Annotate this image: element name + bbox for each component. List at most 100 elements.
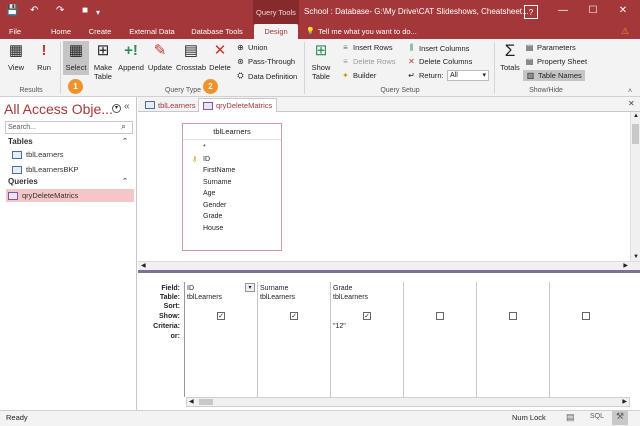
grid-label-sort: Sort: [163,303,180,310]
collapse-pane-icon[interactable]: « [124,101,130,112]
grid-table-cell[interactable]: tblLearners [333,293,368,302]
grid-column-6[interactable] [549,282,630,397]
union-button[interactable]: ⊕ Union [236,43,267,52]
scroll-thumb[interactable] [199,399,213,405]
pass-through-button[interactable]: ⊛ Pass-Through [236,57,295,66]
close-document-icon[interactable]: ✕ [628,99,635,108]
sql-view-button[interactable]: SQL [590,413,604,420]
insert-rows-button[interactable]: ≡ Insert Rows [341,43,392,52]
grid-field-cell[interactable]: Grade [333,284,352,293]
show-checkbox[interactable]: ✓ [363,312,371,320]
scroll-right-icon[interactable]: ▶ [622,398,627,405]
grid-column-5[interactable] [476,282,549,397]
show-checkbox[interactable] [509,312,517,320]
table-pane-vertical-scrollbar[interactable]: ▲ ▼ [630,112,640,261]
totals-button[interactable]: Σ Totals [497,41,523,72]
scroll-left-icon[interactable]: ◀ [189,398,194,405]
field-list-tbllearners[interactable]: tblLearners * ⚷ ID FirstName Surname Age … [182,123,282,251]
tell-me-input[interactable]: Tell me what you want to do... [318,24,417,39]
crosstab-button[interactable]: ▤ Crosstab [175,41,207,72]
grid-criteria-cell[interactable]: "12" [333,322,346,331]
show-checkbox[interactable]: ✓ [217,312,225,320]
close-button[interactable]: ✕ [614,2,632,20]
field-dropdown-chevron-icon[interactable]: ▾ [245,283,255,292]
grid-column-4[interactable] [403,282,476,397]
nav-menu-icon[interactable]: ▾ [112,104,121,113]
nav-section-tables[interactable]: Tables ⌃ [8,137,132,146]
return-dropdown[interactable]: All ▾ [447,70,489,81]
nav-item-qrydeletematrics[interactable]: qryDeleteMatrics [6,189,134,202]
chevron-up-icon: ⌃ [122,178,128,185]
scroll-left-icon[interactable]: ◀ [141,262,146,269]
show-checkbox[interactable]: ✓ [290,312,298,320]
show-checkbox[interactable] [582,312,590,320]
view-button[interactable]: ▦ View [2,41,30,72]
grid-table-cell[interactable]: tblLearners [260,293,295,302]
tab-home[interactable]: Home [44,24,78,39]
tab-file[interactable]: File [2,24,28,39]
chevron-up-icon: ⌃ [122,138,128,145]
field-id[interactable]: ⚷ ID [183,154,281,166]
scroll-thumb[interactable] [632,124,639,144]
data-definition-button[interactable]: ⛭ Data Definition [236,71,297,81]
save-icon[interactable]: 💾 [6,5,18,16]
delete-rows-button[interactable]: ≡ Delete Rows [341,57,395,66]
nav-item-tbllearnersbkp[interactable]: tblLearnersBKP [10,163,134,176]
folder-icon[interactable]: ■ [82,5,88,16]
update-button[interactable]: ✎ Update [147,41,173,72]
property-sheet-button[interactable]: ▤ Property Sheet [525,57,587,66]
field-surname[interactable]: Surname [183,177,281,189]
tab-database-tools[interactable]: Database Tools [186,24,248,39]
design-view-icon[interactable]: ⚒ [612,411,628,425]
datasheet-view-icon[interactable]: ▤ [566,412,575,423]
grid-field-cell[interactable]: Surname [260,284,288,293]
nav-search-input[interactable]: Search... [5,121,133,134]
field-all[interactable]: * [183,142,281,154]
help-icon[interactable]: ? [524,5,538,19]
parameters-button[interactable]: ▤ Parameters [525,43,576,52]
show-checkbox[interactable] [436,312,444,320]
field-firstname[interactable]: FirstName [183,165,281,177]
tab-design[interactable]: Design [254,24,298,39]
field-age[interactable]: Age [183,188,281,200]
delete-query-button[interactable]: ✕ Delete [208,41,232,72]
nav-item-tbllearners[interactable]: tblLearners [10,148,134,161]
grid-horizontal-scrollbar[interactable]: ◀ ▶ [186,397,630,407]
field-house[interactable]: House [183,223,281,235]
tab-external-data[interactable]: External Data [124,24,180,39]
grid-label-criteria: Criteria: [153,323,180,330]
field-gender[interactable]: Gender [183,200,281,212]
doc-tab-tbllearners[interactable]: tblLearners [141,98,200,112]
append-button[interactable]: +! Append [117,41,145,72]
delete-columns-button[interactable]: ✕ Delete Columns [407,57,472,66]
doc-tab-qrydeletematrics[interactable]: qryDeleteMatrics [198,98,278,112]
nav-section-queries[interactable]: Queries ⌃ [8,177,132,186]
customize-qat-icon[interactable]: ▾ [96,8,100,17]
make-table-button[interactable]: ⊞ Make Table [91,41,115,81]
scroll-right-icon[interactable]: ▶ [623,262,628,269]
grid-column-3[interactable]: Grade tblLearners ✓ "12" [330,282,403,397]
scroll-up-icon[interactable]: ▲ [633,113,639,119]
show-table-button[interactable]: ⊞ Show Table [307,41,335,81]
grid-column-2[interactable]: Surname tblLearners ✓ [257,282,330,397]
grid-column-1[interactable]: ID ▾ tblLearners ✓ [184,282,257,397]
tab-create[interactable]: Create [84,24,116,39]
nav-pane-title[interactable]: All Access Obje... [4,101,113,117]
table-names-button[interactable]: ▥ Table Names [523,70,585,81]
insert-columns-button[interactable]: ⫼ Insert Columns [407,43,470,53]
grid-field-cell[interactable]: ID [187,284,194,293]
minimize-button[interactable]: — [554,2,572,20]
query-tools-context-tab: Query Tools [253,0,299,24]
grid-table-cell[interactable]: tblLearners [187,293,222,302]
return-control: ↵ Return: [408,71,444,80]
table-pane-horizontal-scrollbar[interactable]: ◀ ▶ [138,261,640,270]
builder-button[interactable]: ✦ Builder [341,71,376,80]
undo-icon[interactable]: ↶ [30,5,38,16]
select-query-button[interactable]: ▦ Select [63,41,89,75]
scroll-down-icon[interactable]: ▼ [633,254,639,260]
field-grade[interactable]: Grade [183,211,281,223]
redo-icon[interactable]: ↷ [56,5,64,16]
run-button[interactable]: ! Run [30,41,58,72]
maximize-button[interactable]: ☐ [584,2,602,20]
collapse-ribbon-icon[interactable]: ˄ [628,88,632,95]
